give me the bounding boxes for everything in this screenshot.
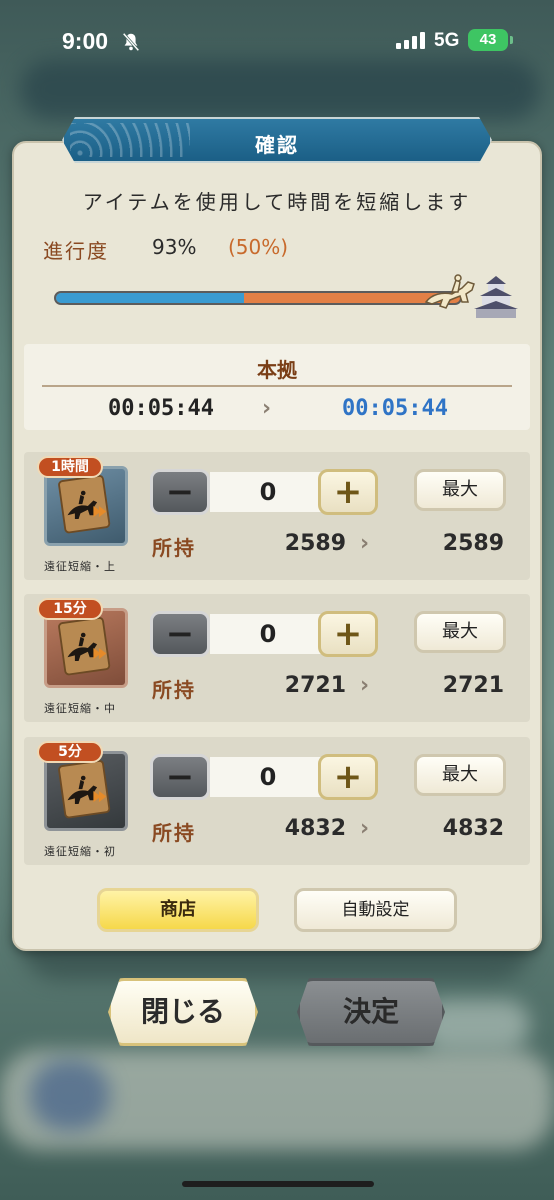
quantity-field[interactable]: 0 [210, 757, 326, 797]
status-time: 9:00 [62, 28, 109, 54]
item-name: 遠征短縮・初 [44, 845, 116, 858]
chevron-right-icon: › [360, 816, 370, 841]
max-button[interactable]: 最大 [414, 754, 506, 796]
quantity-field[interactable]: 0 [210, 472, 326, 512]
max-button[interactable]: 最大 [414, 469, 506, 511]
increase-button[interactable]: + [318, 611, 378, 657]
dialog-description: アイテムを使用して時間を短縮します [82, 190, 472, 214]
owned-current: 4832 [284, 816, 346, 841]
time-remaining-current: 00:05:44 [108, 396, 214, 421]
decrease-button[interactable]: − [150, 754, 210, 800]
increase-button[interactable]: + [318, 754, 378, 800]
progress-bar-fill [56, 293, 244, 303]
owned-current: 2589 [284, 531, 346, 556]
progress-label: 進行度 [43, 239, 109, 263]
dialog-title: 確認 [255, 133, 299, 157]
owned-after: 2589 [442, 531, 504, 556]
time-panel: 本拠 [24, 344, 530, 430]
progress-bar [54, 291, 462, 305]
shop-button[interactable]: 商店 [97, 888, 259, 932]
item-name: 遠征短縮・上 [44, 560, 116, 573]
dialog-title-banner: 確認 [62, 117, 492, 163]
duration-tag: 5分 [37, 741, 103, 763]
duration-tag: 15分 [37, 598, 103, 620]
duration-tag: 1時間 [37, 456, 103, 478]
progress-value: 93% [152, 235, 197, 259]
auto-setting-button[interactable]: 自動設定 [294, 888, 457, 932]
progress-extra: (50%) [228, 235, 289, 259]
battery-icon: 43 [468, 29, 513, 51]
signal-strength-icon [396, 31, 425, 49]
chevron-right-icon: › [360, 673, 370, 698]
time-remaining-after: 00:05:44 [342, 396, 448, 421]
decrease-button[interactable]: − [150, 611, 210, 657]
chevron-right-icon: › [360, 531, 370, 556]
increase-button[interactable]: + [318, 469, 378, 515]
silent-bell-icon [122, 32, 140, 52]
owned-after: 4832 [442, 816, 504, 841]
owned-current: 2721 [284, 673, 346, 698]
speedup-item-icon [44, 608, 128, 688]
owned-after: 2721 [442, 673, 504, 698]
owned-label: 所持 [152, 678, 196, 702]
divider [42, 385, 512, 387]
speedup-item-icon [44, 466, 128, 546]
confirm-button[interactable]: 決定 [297, 978, 445, 1046]
quantity-field[interactable]: 0 [210, 614, 326, 654]
home-indicator [182, 1181, 374, 1187]
castle-icon [474, 276, 518, 318]
status-bar: 9:00 5G 43 [0, 0, 554, 80]
chevron-right-icon: › [262, 396, 272, 421]
owned-label: 所持 [152, 536, 196, 560]
item-name: 遠征短縮・中 [44, 702, 116, 715]
decrease-button[interactable]: − [150, 469, 210, 515]
close-button[interactable]: 閉じる [108, 978, 258, 1046]
network-type: 5G [434, 30, 460, 51]
max-button[interactable]: 最大 [414, 611, 506, 653]
speedup-item-icon [44, 751, 128, 831]
time-panel-heading: 本拠 [257, 358, 297, 382]
owned-label: 所持 [152, 821, 196, 845]
